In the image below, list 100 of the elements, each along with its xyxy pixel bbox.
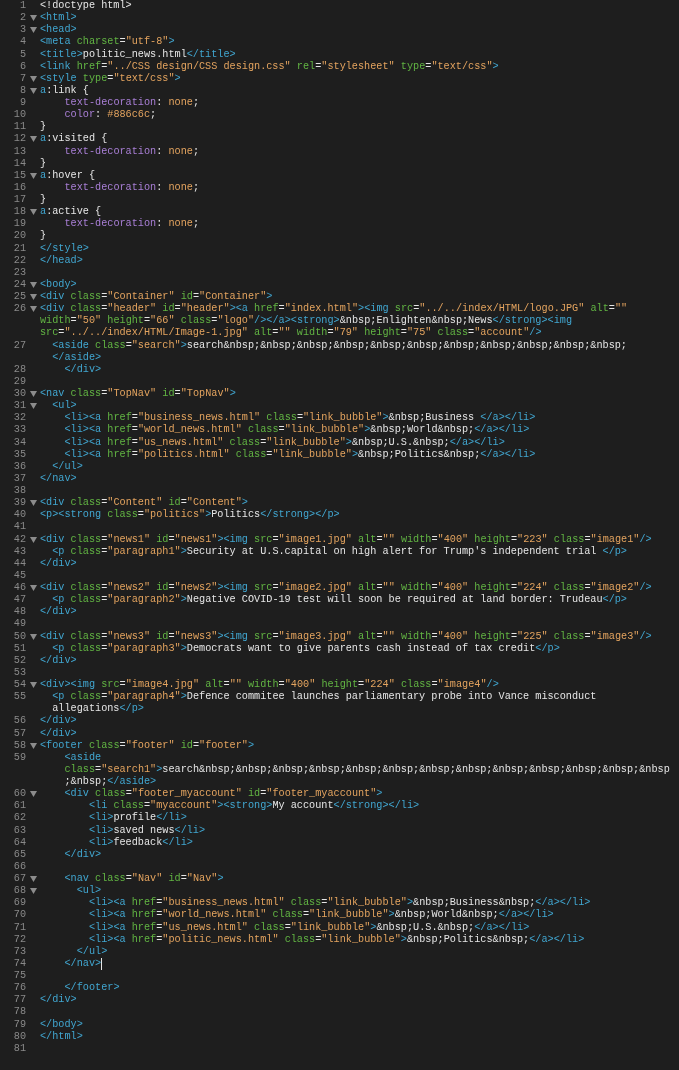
fold-arrow-icon[interactable] — [29, 75, 37, 82]
line-number: 16 — [12, 181, 26, 194]
line-number: 7 — [18, 72, 26, 85]
code-line: a:link { — [40, 84, 89, 97]
line-number: 73 — [12, 945, 26, 958]
line-number: 49 — [12, 618, 26, 631]
code-line: <footer class="footer" id="footer"> — [40, 739, 255, 752]
code-line: <li><a href="world_news.html" class="link_bubble">&nbsp;World&nbsp;</a></li> — [63, 424, 530, 437]
code-line: </div> — [63, 363, 102, 376]
code-line: <nav class="TopNav" id="TopNav"> — [40, 388, 236, 400]
line-number: 75 — [12, 970, 26, 983]
line-number: 30 — [12, 388, 26, 401]
code-line: <p class="paragraph1">Security at U.S.capital on high alert for Trump's independent trial </p> — [51, 545, 627, 558]
fold-arrow-icon[interactable] — [29, 209, 37, 216]
code-line: <div class="Container" id="Container"> — [40, 291, 273, 303]
fold-arrow-icon[interactable] — [29, 791, 37, 798]
code-line: a:hover { — [40, 169, 96, 182]
line-number: 76 — [12, 982, 26, 995]
line-number: 37 — [12, 472, 26, 485]
code-line: <div class="news3" id="news3"><img src="image3.jpg" alt="" width="400" height="225" class="image3"/> — [40, 630, 652, 643]
line-number: 33 — [12, 424, 26, 437]
code-line: <ul> — [51, 400, 77, 412]
line-number: 8 — [18, 84, 26, 97]
fold-arrow-icon[interactable] — [29, 306, 37, 313]
line-number: 9 — [18, 97, 26, 110]
code-line: </div> — [40, 994, 77, 1007]
code-line: <div class="Content" id="Content"> — [40, 497, 248, 509]
fold-arrow-icon[interactable] — [29, 888, 37, 895]
code-line: color: #886c6c; — [63, 109, 157, 122]
line-number: 26 — [12, 303, 26, 316]
line-number: 2 — [18, 12, 26, 25]
code-line: <head> — [40, 24, 77, 37]
fold-arrow-icon[interactable] — [29, 500, 37, 507]
line-number: 39 — [12, 497, 26, 510]
line-number: 21 — [12, 242, 26, 255]
line-number: 14 — [12, 157, 26, 170]
code-line: </footer> — [63, 982, 120, 994]
line-number: 81 — [12, 1042, 26, 1055]
code-line: } — [40, 194, 47, 206]
fold-arrow-icon[interactable] — [29, 876, 37, 883]
line-number: 13 — [12, 145, 26, 158]
line-number: 55 — [12, 691, 26, 704]
line-number: 64 — [12, 836, 26, 849]
code-line: <div class="news1" id="news1"><img src="image1.jpg" alt="" width="400" height="223" class="image1"/> — [40, 533, 652, 546]
line-number: 35 — [12, 448, 26, 461]
code-line: text-decoration: none; — [63, 97, 199, 109]
code-line: <li><a href="world_news.html" class="link_bubble">&nbsp;World&nbsp;</a></li> — [87, 909, 554, 922]
code-line: <title>politic_news.html</title> — [40, 48, 236, 61]
fold-arrow-icon[interactable] — [29, 136, 37, 143]
line-number: 32 — [12, 412, 26, 425]
line-number: 41 — [12, 521, 26, 534]
line-number: 27 — [12, 339, 26, 352]
code-line: </div> — [40, 715, 77, 728]
line-number: 43 — [12, 545, 26, 558]
code-line: <p class="paragraph3">Democrats want to give parents cash instead of tax credit</p> — [51, 642, 560, 655]
line-number: 54 — [12, 679, 26, 692]
code-line: } — [40, 157, 47, 170]
line-number: 47 — [12, 594, 26, 607]
code-line: <body> — [40, 278, 77, 291]
code-line: </nav> — [63, 957, 103, 970]
code-line: <style type="text/css"> — [40, 72, 181, 85]
code-line: </div> — [40, 654, 77, 667]
line-number: 42 — [12, 533, 26, 546]
line-number: 10 — [12, 109, 26, 122]
line-number: 12 — [12, 133, 26, 146]
line-number: 61 — [12, 800, 26, 813]
fold-arrow-icon[interactable] — [29, 27, 37, 34]
fold-arrow-icon[interactable] — [29, 15, 37, 22]
line-number: 40 — [12, 509, 26, 522]
code-line: <div class="news2" id="news2"><img src="image2.jpg" alt="" width="400" height="224" class="image2"/> — [40, 582, 652, 594]
line-number: 15 — [12, 169, 26, 182]
fold-arrow-icon[interactable] — [29, 281, 37, 288]
code-line: </head> — [40, 254, 83, 267]
line-number: 79 — [12, 1018, 26, 1031]
line-number: 5 — [18, 48, 26, 61]
fold-arrow-icon[interactable] — [29, 742, 37, 749]
line-number: 34 — [12, 436, 26, 449]
code-line: text-decoration: none; — [63, 181, 199, 194]
line-number: 50 — [12, 630, 26, 643]
fold-arrow-icon[interactable] — [29, 536, 37, 543]
fold-arrow-icon[interactable] — [29, 682, 37, 689]
fold-arrow-icon[interactable] — [29, 172, 37, 179]
code-line: <li><a href="politics.html" class="link_bubble">&nbsp;Politics&nbsp;</a></li> — [63, 448, 536, 461]
line-number: 59 — [12, 751, 26, 764]
code-line: <nav class="Nav" id="Nav"> — [63, 873, 224, 885]
line-number: 28 — [12, 363, 26, 376]
line-number: 31 — [12, 400, 26, 413]
fold-arrow-icon[interactable] — [29, 633, 37, 640]
line-number: 80 — [12, 1030, 26, 1043]
line-number: 72 — [12, 933, 26, 946]
line-number: 69 — [12, 897, 26, 910]
fold-arrow-icon[interactable] — [29, 391, 37, 398]
fold-arrow-icon[interactable] — [29, 87, 37, 94]
code-line: text-decoration: none; — [63, 145, 199, 158]
fold-arrow-icon[interactable] — [29, 294, 37, 301]
fold-arrow-icon[interactable] — [29, 585, 37, 592]
line-number: 67 — [12, 873, 26, 886]
code-line: </div> — [40, 727, 77, 740]
code-line: <li><a href="politic_news.html" class="link_bubble">&nbsp;Politics&nbsp;</a></li> — [87, 933, 585, 946]
fold-arrow-icon[interactable] — [29, 403, 37, 410]
